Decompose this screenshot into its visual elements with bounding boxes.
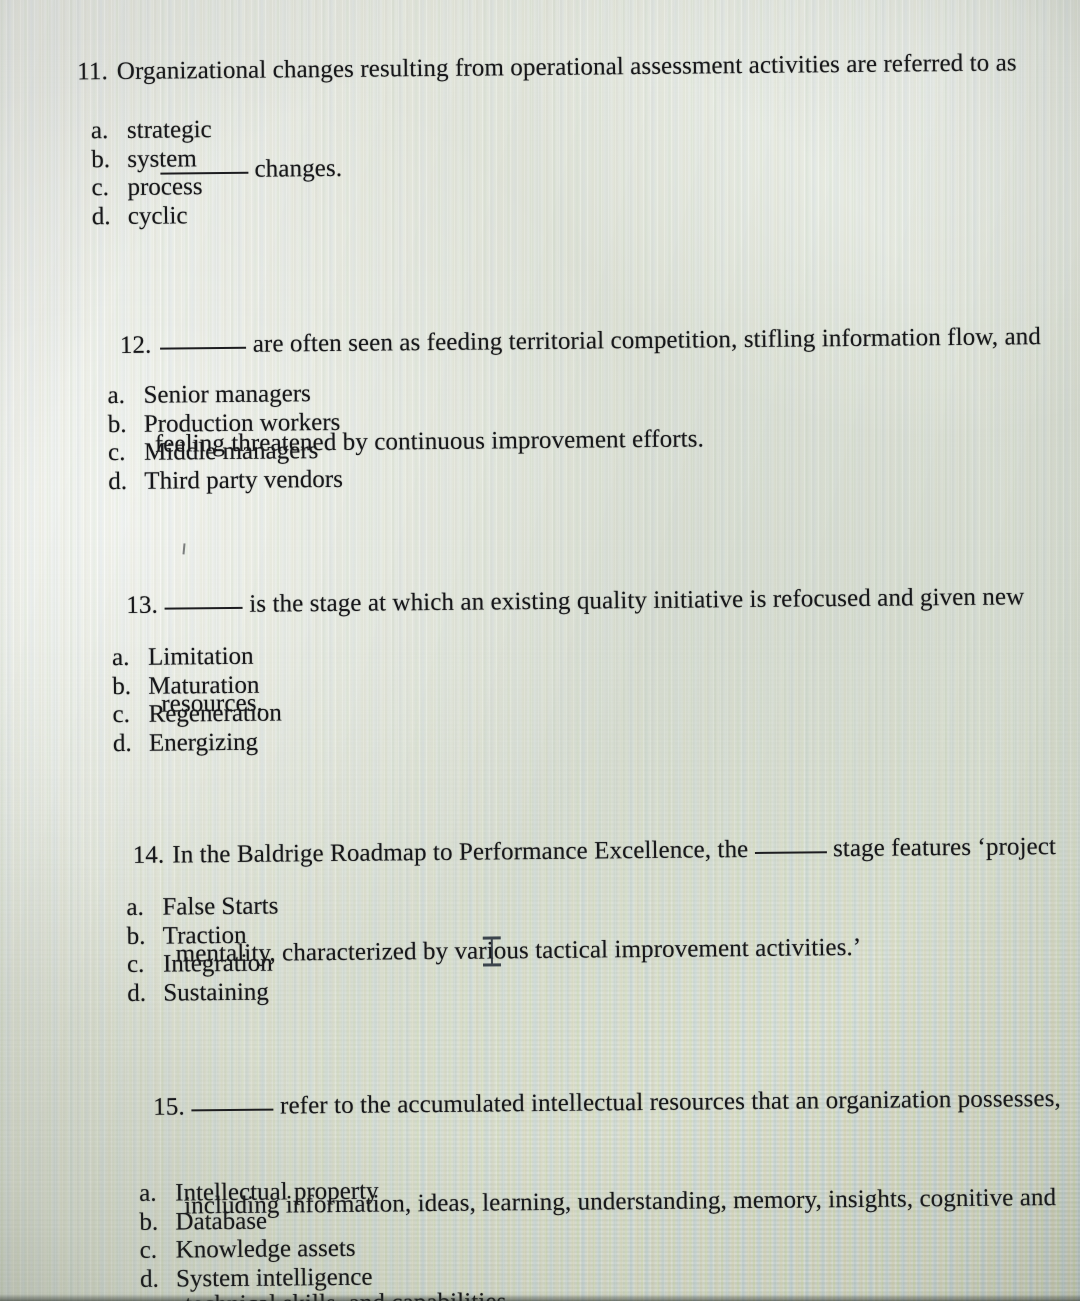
option-11-a-letter: a. <box>90 117 109 145</box>
option-11-d[interactable]: d. cyclic <box>92 202 213 232</box>
option-13-b-letter: b. <box>112 672 132 700</box>
option-11-b-letter: b. <box>91 145 111 173</box>
question-15-number: 15. <box>153 1093 185 1121</box>
question-11-number: 11. <box>77 58 108 86</box>
option-14-b-text: Traction <box>162 921 247 950</box>
question-12-blank <box>160 346 247 350</box>
option-12-a-text: Senior managers <box>143 380 311 409</box>
option-12-d-letter: d. <box>108 467 128 495</box>
option-15-d-text: System intelligence <box>175 1263 373 1293</box>
option-12-c-text: Middle managers <box>143 437 319 466</box>
option-13-d[interactable]: d. Energizing <box>113 728 283 758</box>
option-14-d-letter: d. <box>127 979 147 1007</box>
option-13-a[interactable]: a. Limitation <box>112 642 282 672</box>
option-12-a[interactable]: a. Senior managers <box>107 380 342 411</box>
option-12-b-letter: b. <box>107 410 127 438</box>
option-14-a-letter: a. <box>126 893 144 921</box>
option-12-c[interactable]: c. Middle managers <box>108 437 343 468</box>
question-15-line1: refer to the accumulated intellectual re… <box>273 1085 1061 1120</box>
option-11-b[interactable]: b. system <box>91 145 212 175</box>
option-12-d-text: Third party vendors <box>144 465 344 495</box>
option-15-a-letter: a. <box>139 1179 157 1207</box>
question-13-blank <box>164 606 243 610</box>
option-13-b[interactable]: b. Maturation <box>112 671 282 701</box>
option-14-d[interactable]: d. Sustaining <box>127 978 279 1008</box>
option-14-a-text: False Starts <box>162 892 279 921</box>
question-12-number: 12. <box>119 331 152 360</box>
option-11-b-text: system <box>127 144 197 173</box>
option-15-c[interactable]: c. Knowledge assets <box>140 1235 380 1266</box>
option-15-d[interactable]: d. System intelligence <box>140 1263 380 1294</box>
option-12-d[interactable]: d. Third party vendors <box>108 465 343 496</box>
question-14-options: a. False Starts b. Traction c. Integrati… <box>126 893 279 1008</box>
option-14-b[interactable]: b. Traction <box>127 921 279 951</box>
question-13-options: a. Limitation b. Maturation c. Regenerat… <box>112 642 282 758</box>
text-cursor-icon <box>483 936 501 966</box>
option-15-c-text: Knowledge assets <box>175 1234 356 1264</box>
option-14-a[interactable]: a. False Starts <box>126 893 278 923</box>
option-15-b-text: Database <box>175 1207 268 1236</box>
question-12-line1: are often seen as feeding territorial co… <box>246 323 1042 358</box>
option-13-a-letter: a. <box>111 643 130 672</box>
option-15-d-letter: d. <box>139 1265 159 1293</box>
page-content: 11. Organizational changes resulting from… <box>0 0 1080 1301</box>
option-11-d-letter: d. <box>91 202 111 230</box>
option-14-d-text: Sustaining <box>163 978 269 1007</box>
option-13-c-letter: c. <box>112 700 131 729</box>
option-13-c[interactable]: c. Regeneration <box>112 699 282 729</box>
option-11-a[interactable]: a. strategic <box>91 116 212 146</box>
option-13-a-text: Limitation <box>147 642 254 671</box>
exam-page: 11. Organizational changes resulting from… <box>0 0 1080 1301</box>
question-12-options: a. Senior managers b. Production workers… <box>107 380 343 496</box>
option-11-c-text: process <box>127 173 203 201</box>
option-12-a-letter: a. <box>107 381 126 410</box>
option-11-a-text: strategic <box>126 116 212 144</box>
option-14-b-letter: b. <box>126 922 146 950</box>
option-15-a[interactable]: a. Intellectual property <box>139 1178 379 1209</box>
question-14-line1-pre: In the Baldrige Roadmap to Performance E… <box>172 835 755 869</box>
option-15-b-letter: b. <box>139 1208 159 1236</box>
option-11-c-letter: c. <box>91 174 110 202</box>
question-15-blank <box>191 1108 274 1112</box>
option-13-d-letter: d. <box>112 729 132 757</box>
question-13-number: 13. <box>126 591 159 619</box>
option-15-a-text: Intellectual property <box>175 1177 379 1207</box>
option-13-d-text: Energizing <box>148 728 259 757</box>
option-13-c-text: Regeneration <box>148 699 282 728</box>
question-11-line2: changes. <box>248 154 343 183</box>
question-14-line1-post: stage features ‘project <box>826 833 1057 863</box>
question-11-line1: Organizational changes resulting from op… <box>116 49 1017 86</box>
option-15-c-letter: c. <box>139 1236 158 1264</box>
option-14-c-text: Integration <box>162 949 273 978</box>
question-14-number: 14. <box>132 841 165 869</box>
option-13-b-text: Maturation <box>148 671 260 700</box>
option-14-c[interactable]: c. Integration <box>127 950 279 980</box>
option-15-b[interactable]: b. Database <box>139 1206 379 1237</box>
question-15-options: a. Intellectual property b. Database c. … <box>139 1178 379 1294</box>
question-11-options: a. strategic b. system c. process d. cyc… <box>91 116 213 231</box>
bottom-edge-shadow <box>0 1294 1080 1301</box>
option-12-c-letter: c. <box>107 438 126 467</box>
option-11-d-text: cyclic <box>127 201 188 230</box>
option-14-c-letter: c. <box>126 950 145 978</box>
option-11-c[interactable]: c. process <box>91 173 212 203</box>
option-12-b-text: Production workers <box>143 408 341 438</box>
stray-pen-mark <box>182 543 186 555</box>
question-13-line1: is the stage at which an existing qualit… <box>242 583 1025 618</box>
option-12-b[interactable]: b. Production workers <box>108 408 343 439</box>
question-14-blank <box>754 851 827 854</box>
